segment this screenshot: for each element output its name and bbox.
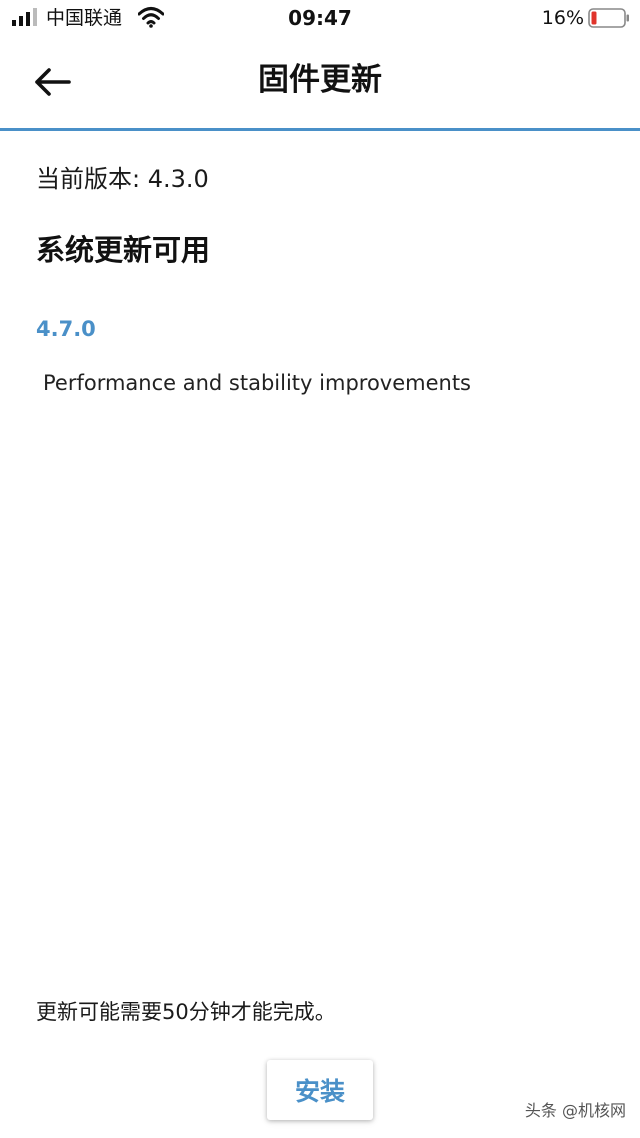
battery-percent: 16% [541, 7, 584, 29]
current-version-label: 当前版本: 4.3.0 [36, 165, 209, 193]
header-divider [0, 128, 640, 131]
release-notes: Performance and stability improvements [43, 371, 471, 395]
status-bar: 中国联通 09:47 16% [0, 0, 640, 36]
battery-level-fill [591, 11, 597, 25]
install-button[interactable]: 安装 [267, 1060, 373, 1120]
app-header: 固件更新 [0, 36, 640, 128]
battery-icon [588, 8, 629, 28]
update-duration-note: 更新可能需要50分钟才能完成。 [36, 1000, 336, 1024]
page-title: 固件更新 [258, 62, 382, 98]
watermark-text: 头条 @机核网 [524, 1101, 626, 1120]
firmware-update-screen: 中国联通 09:47 16% 固件更新 当前版本: 4.3.0 系统更新可用 4… [0, 0, 640, 1138]
new-version-number: 4.7.0 [36, 317, 96, 341]
update-available-heading: 系统更新可用 [36, 233, 211, 267]
